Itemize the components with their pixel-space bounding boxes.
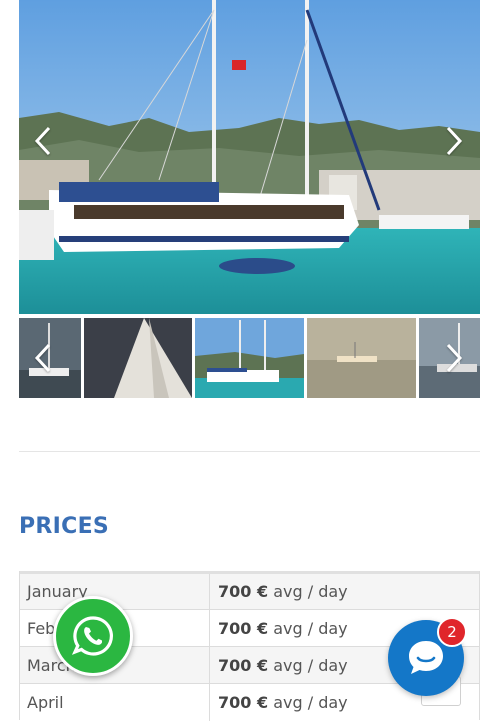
price-unit: avg / day [273,582,348,601]
price-amount: 700 € [218,618,269,638]
gallery-next-button[interactable] [439,121,469,161]
price-cell: 700 € avg / day [209,571,480,610]
month-cell: April [19,683,210,721]
price-amount: 700 € [218,692,269,712]
chat-unread-badge: 2 [437,617,467,647]
gallery-thumbnails [19,318,480,398]
whatsapp-button[interactable] [53,596,133,676]
price-unit: avg / day [273,655,348,675]
thumbnail-2[interactable] [84,318,192,398]
chat-bubble-icon [409,641,443,674]
chevron-left-icon [34,126,51,156]
chevron-left-icon [34,343,51,373]
price-unit: avg / day [273,692,348,712]
thumbnail-4[interactable] [307,318,416,398]
thumbnail-3[interactable] [195,318,304,398]
thumbnails-prev-button[interactable] [28,338,58,378]
gallery-prev-button[interactable] [28,121,58,161]
yacht-photo [19,0,480,314]
price-amount: 700 € [218,655,269,675]
gallery-main-image[interactable] [19,0,480,314]
whatsapp-icon [71,616,113,656]
thumbnails-next-button[interactable] [439,338,469,378]
price-amount: 700 € [218,582,269,601]
chevron-right-icon [446,126,463,156]
prices-heading: PRICES [19,514,110,539]
section-divider [19,451,480,452]
chevron-right-icon [446,343,463,373]
price-unit: avg / day [273,618,348,638]
